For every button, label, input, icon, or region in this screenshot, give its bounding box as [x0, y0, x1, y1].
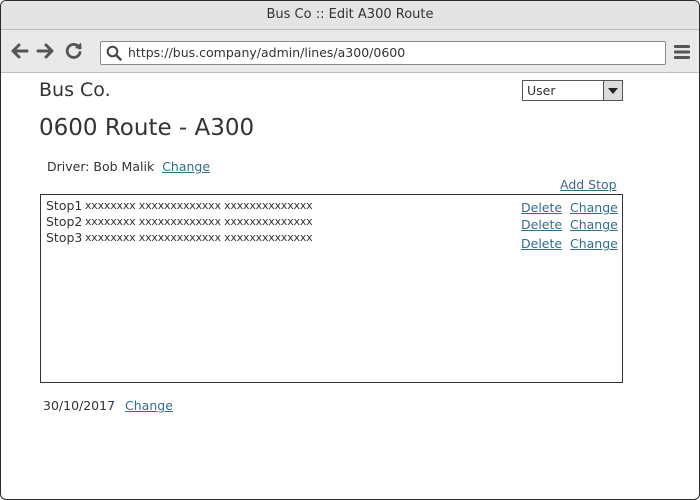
driver-row: Driver: Bob Malik Change [47, 159, 210, 174]
delete-stop-link[interactable]: Delete [521, 236, 562, 251]
search-icon [106, 45, 122, 61]
change-stop-link[interactable]: Change [570, 236, 618, 251]
add-stop-link[interactable]: Add Stop [560, 177, 617, 192]
stop-row: Stop3 xxxxxxxx xxxxxxxxxxxxx xxxxxxxxxxx… [46, 230, 618, 251]
reload-icon[interactable] [64, 41, 84, 61]
user-dropdown[interactable]: User [522, 80, 623, 101]
driver-label: Driver: Bob Malik [47, 159, 155, 174]
stop-description: xxxxxxxx xxxxxxxxxxxxx xxxxxxxxxxxxxx [85, 231, 313, 244]
stops-list: Stop1 xxxxxxxx xxxxxxxxxxxxx xxxxxxxxxxx… [40, 194, 623, 383]
stop-description: xxxxxxxx xxxxxxxxxxxxx xxxxxxxxxxxxxx [85, 199, 313, 212]
chevron-down-icon [608, 88, 618, 94]
page-title: 0600 Route - A300 [39, 115, 255, 141]
stop-name: Stop2 [46, 214, 83, 229]
window-titlebar: Bus Co :: Edit A300 Route [1, 1, 699, 30]
stop-description: xxxxxxxx xxxxxxxxxxxxx xxxxxxxxxxxxxx [85, 215, 313, 228]
change-date-link[interactable]: Change [125, 398, 173, 413]
hamburger-menu-icon[interactable] [674, 44, 690, 60]
change-driver-link[interactable]: Change [162, 159, 210, 174]
date-row: 30/10/2017 Change [43, 398, 173, 413]
back-arrow-icon[interactable] [10, 41, 30, 61]
address-bar[interactable]: https://bus.company/admin/lines/a300/060… [100, 41, 666, 65]
url-text: https://bus.company/admin/lines/a300/060… [128, 45, 406, 60]
delete-stop-link[interactable]: Delete [521, 200, 562, 215]
browser-window: Bus Co :: Edit A300 Route https://bus.co… [0, 0, 700, 500]
dropdown-arrow-button[interactable] [603, 81, 622, 100]
stop-name: Stop1 [46, 198, 83, 213]
browser-toolbar: https://bus.company/admin/lines/a300/060… [1, 30, 699, 73]
window-title: Bus Co :: Edit A300 Route [266, 7, 434, 22]
brand-logo-text: Bus Co. [39, 79, 111, 101]
route-date: 30/10/2017 [43, 398, 116, 413]
forward-arrow-icon[interactable] [35, 41, 55, 61]
user-dropdown-value: User [527, 83, 556, 98]
change-stop-link[interactable]: Change [570, 200, 618, 215]
page-content: Bus Co. User 0600 Route - A300 Driver: B… [1, 73, 699, 499]
stop-name: Stop3 [46, 230, 83, 245]
